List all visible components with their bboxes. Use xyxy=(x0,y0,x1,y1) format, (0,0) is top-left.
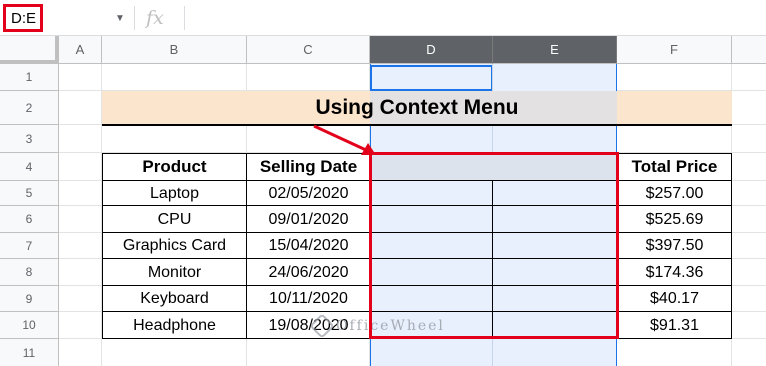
divider xyxy=(134,6,135,30)
column-header-g[interactable] xyxy=(732,36,766,64)
cell-product[interactable]: Graphics Card xyxy=(102,233,247,259)
select-all-corner[interactable] xyxy=(0,36,59,64)
name-box[interactable]: D:E xyxy=(3,4,43,32)
cell-price[interactable]: $525.69 xyxy=(617,206,732,233)
row-header-7[interactable]: 7 xyxy=(0,233,59,259)
cell-price[interactable]: $40.17 xyxy=(617,286,732,312)
cell-product[interactable]: Headphone xyxy=(102,312,247,339)
cell-product[interactable]: Monitor xyxy=(102,259,247,286)
row-header-4[interactable]: 4 xyxy=(0,153,59,181)
cell-date[interactable]: 02/05/2020 xyxy=(247,181,370,206)
row-header-8[interactable]: 8 xyxy=(0,259,59,286)
cell-price[interactable]: $397.50 xyxy=(617,233,732,259)
column-header-d[interactable]: D xyxy=(370,36,493,64)
column-header-c[interactable]: C xyxy=(247,36,370,64)
title-underline xyxy=(102,124,732,126)
header-product[interactable]: Product xyxy=(102,153,247,181)
row-header-9[interactable]: 9 xyxy=(0,286,59,312)
row-header-5[interactable]: 5 xyxy=(0,181,59,206)
row-header-3[interactable]: 3 xyxy=(0,125,59,153)
cell-price[interactable]: $91.31 xyxy=(617,312,732,339)
annotation-arrow-icon xyxy=(313,124,376,155)
cell-product[interactable]: Keyboard xyxy=(102,286,247,312)
divider xyxy=(184,6,185,30)
name-box-dropdown-icon[interactable]: ▼ xyxy=(112,8,128,28)
header-total-price[interactable]: Total Price xyxy=(617,153,732,181)
column-header-a[interactable]: A xyxy=(59,36,102,64)
spreadsheet-grid: A B C D E F 1 2 3 4 5 6 7 8 9 10 11 Usin… xyxy=(0,36,766,366)
row-header-1[interactable]: 1 xyxy=(0,64,59,91)
highlight-box xyxy=(369,152,619,339)
cell-date[interactable]: 15/04/2020 xyxy=(247,233,370,259)
cell-date[interactable]: 10/11/2020 xyxy=(247,286,370,312)
column-header-f[interactable]: F xyxy=(617,36,732,64)
cell-product[interactable]: Laptop xyxy=(102,181,247,206)
formula-bar: D:E ▼ fx xyxy=(0,0,766,36)
row-header-2[interactable]: 2 xyxy=(0,91,59,125)
column-header-e[interactable]: E xyxy=(493,36,617,64)
cell-product[interactable]: CPU xyxy=(102,206,247,233)
active-cell-d1[interactable] xyxy=(370,65,493,91)
page-title: Using Context Menu xyxy=(315,95,519,119)
cell-price[interactable]: $174.36 xyxy=(617,259,732,286)
cell-date[interactable]: 09/01/2020 xyxy=(247,206,370,233)
row-header-10[interactable]: 10 xyxy=(0,312,59,339)
cell-date[interactable]: 24/06/2020 xyxy=(247,259,370,286)
row-header-6[interactable]: 6 xyxy=(0,206,59,233)
cell-price[interactable]: $257.00 xyxy=(617,181,732,206)
fx-icon: fx xyxy=(146,7,164,29)
row-header-11[interactable]: 11 xyxy=(0,339,59,366)
column-header-b[interactable]: B xyxy=(102,36,247,64)
